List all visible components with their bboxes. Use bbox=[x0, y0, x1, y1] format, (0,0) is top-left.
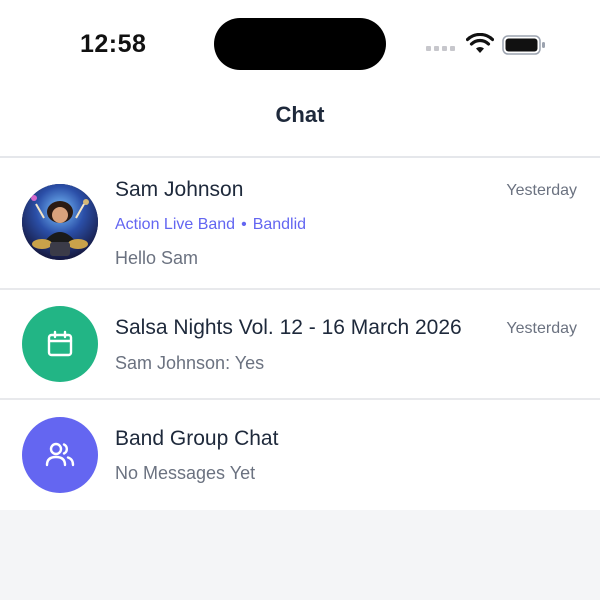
chat-subtitle: Action Live Band • Bandlid bbox=[115, 216, 306, 234]
band-name: Action Live Band bbox=[115, 216, 236, 233]
member-role: Bandlid bbox=[252, 216, 307, 233]
chat-row-band-group[interactable]: Band Group Chat No Messages Yet bbox=[0, 400, 600, 510]
calendar-icon bbox=[47, 330, 73, 357]
group-icon bbox=[45, 442, 75, 467]
chat-preview: Hello Sam bbox=[115, 248, 199, 268]
chat-name: Sam Johnson bbox=[115, 178, 244, 201]
avatar bbox=[22, 306, 98, 382]
chat-row-salsa-nights[interactable]: Salsa Nights Vol. 12 - 16 March 2026 Yes… bbox=[0, 290, 600, 400]
cellular-signal-icon bbox=[426, 44, 456, 52]
drummer-photo-icon bbox=[22, 184, 98, 260]
chat-name: Salsa Nights Vol. 12 - 16 March 2026 bbox=[115, 316, 462, 339]
chat-list: Sam Johnson Yesterday Action Live Band • B… bbox=[0, 158, 600, 510]
battery-icon bbox=[502, 35, 545, 55]
nav-header: Chat bbox=[0, 88, 600, 158]
subtitle-separator: • bbox=[241, 216, 247, 233]
chat-row-sam-johnson[interactable]: Sam Johnson Yesterday Action Live Band • B… bbox=[0, 158, 600, 290]
wifi-icon bbox=[466, 33, 494, 53]
chat-timestamp: Yesterday bbox=[506, 320, 577, 337]
page-title: Chat bbox=[275, 102, 325, 127]
chat-timestamp: Yesterday bbox=[506, 182, 577, 199]
chat-preview: No Messages Yet bbox=[115, 463, 256, 483]
chat-preview: Sam Johnson: Yes bbox=[115, 353, 265, 373]
status-bar: 12:58 bbox=[0, 0, 600, 88]
chat-name: Band Group Chat bbox=[115, 427, 279, 450]
chat-screen: 12:58 Chat Sam Johnson Yesterday Action … bbox=[0, 0, 600, 600]
status-time: 12:58 bbox=[80, 30, 147, 58]
avatar bbox=[22, 184, 98, 260]
avatar bbox=[22, 417, 98, 493]
dynamic-island bbox=[214, 18, 386, 70]
